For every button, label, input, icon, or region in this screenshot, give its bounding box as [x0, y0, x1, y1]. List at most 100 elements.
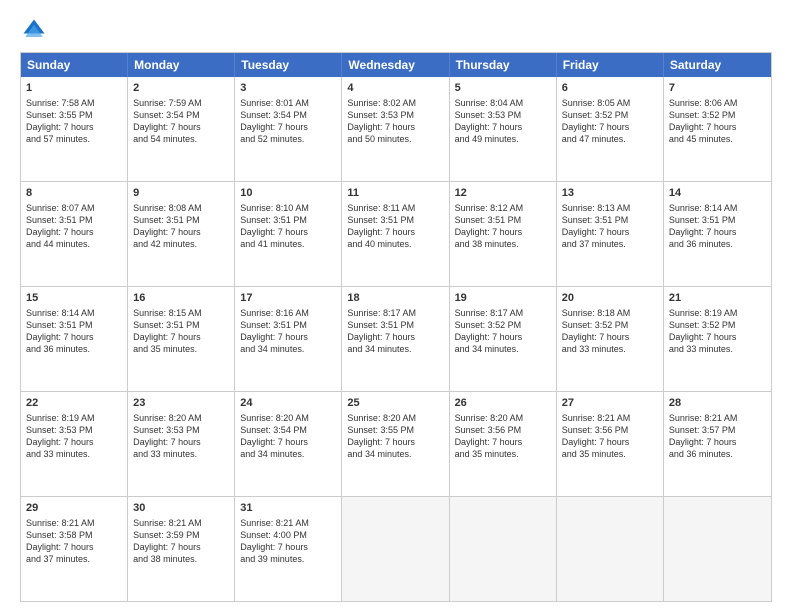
cell-line: Sunset: 3:54 PM	[240, 109, 336, 121]
calendar-cell: 12Sunrise: 8:12 AMSunset: 3:51 PMDayligh…	[450, 182, 557, 286]
cell-line: Daylight: 7 hours	[455, 226, 551, 238]
cell-line: Sunset: 3:59 PM	[133, 529, 229, 541]
calendar-cell: 31Sunrise: 8:21 AMSunset: 4:00 PMDayligh…	[235, 497, 342, 601]
cell-line: Sunset: 3:53 PM	[455, 109, 551, 121]
cell-line: Sunrise: 8:05 AM	[562, 97, 658, 109]
calendar-cell: 7Sunrise: 8:06 AMSunset: 3:52 PMDaylight…	[664, 77, 771, 181]
cell-line: Sunset: 3:52 PM	[669, 319, 766, 331]
cell-line: and 37 minutes.	[562, 238, 658, 250]
cell-line: Sunset: 3:52 PM	[455, 319, 551, 331]
cell-line: Daylight: 7 hours	[347, 331, 443, 343]
cell-line: Sunset: 3:51 PM	[26, 214, 122, 226]
calendar: SundayMondayTuesdayWednesdayThursdayFrid…	[20, 52, 772, 602]
day-number: 5	[455, 81, 551, 96]
day-number: 26	[455, 396, 551, 411]
cell-line: and 35 minutes.	[455, 448, 551, 460]
cell-line: Daylight: 7 hours	[669, 436, 766, 448]
calendar-cell: 19Sunrise: 8:17 AMSunset: 3:52 PMDayligh…	[450, 287, 557, 391]
cell-line: Daylight: 7 hours	[347, 436, 443, 448]
cell-line: Sunrise: 7:58 AM	[26, 97, 122, 109]
logo	[20, 16, 52, 44]
cell-line: Sunset: 3:51 PM	[240, 214, 336, 226]
cell-line: Sunrise: 8:16 AM	[240, 307, 336, 319]
cell-line: and 47 minutes.	[562, 133, 658, 145]
cell-line: Daylight: 7 hours	[26, 121, 122, 133]
cell-line: and 33 minutes.	[669, 343, 766, 355]
cell-line: Sunrise: 8:10 AM	[240, 202, 336, 214]
calendar-cell	[342, 497, 449, 601]
day-number: 25	[347, 396, 443, 411]
cell-line: and 45 minutes.	[669, 133, 766, 145]
cell-line: Sunset: 3:52 PM	[669, 109, 766, 121]
calendar-body: 1Sunrise: 7:58 AMSunset: 3:55 PMDaylight…	[21, 77, 771, 601]
cell-line: and 37 minutes.	[26, 553, 122, 565]
day-number: 22	[26, 396, 122, 411]
calendar-header-cell: Wednesday	[342, 53, 449, 77]
calendar-cell: 18Sunrise: 8:17 AMSunset: 3:51 PMDayligh…	[342, 287, 449, 391]
cell-line: Sunset: 3:52 PM	[562, 319, 658, 331]
cell-line: Sunrise: 8:20 AM	[347, 412, 443, 424]
cell-line: Sunrise: 8:21 AM	[133, 517, 229, 529]
cell-line: Daylight: 7 hours	[562, 331, 658, 343]
calendar-cell: 1Sunrise: 7:58 AMSunset: 3:55 PMDaylight…	[21, 77, 128, 181]
calendar-header-cell: Friday	[557, 53, 664, 77]
cell-line: Sunrise: 8:07 AM	[26, 202, 122, 214]
day-number: 2	[133, 81, 229, 96]
cell-line: Daylight: 7 hours	[26, 541, 122, 553]
calendar-row: 15Sunrise: 8:14 AMSunset: 3:51 PMDayligh…	[21, 286, 771, 391]
cell-line: Sunset: 3:53 PM	[347, 109, 443, 121]
day-number: 14	[669, 186, 766, 201]
cell-line: Sunset: 3:55 PM	[347, 424, 443, 436]
logo-icon	[20, 16, 48, 44]
cell-line: Sunset: 3:58 PM	[26, 529, 122, 541]
calendar-cell	[557, 497, 664, 601]
cell-line: Daylight: 7 hours	[26, 226, 122, 238]
cell-line: Sunrise: 8:08 AM	[133, 202, 229, 214]
calendar-row: 29Sunrise: 8:21 AMSunset: 3:58 PMDayligh…	[21, 496, 771, 601]
cell-line: Sunset: 3:53 PM	[26, 424, 122, 436]
cell-line: and 44 minutes.	[26, 238, 122, 250]
cell-line: and 34 minutes.	[240, 448, 336, 460]
calendar-header-cell: Thursday	[450, 53, 557, 77]
cell-line: Sunrise: 8:17 AM	[347, 307, 443, 319]
calendar-cell: 27Sunrise: 8:21 AMSunset: 3:56 PMDayligh…	[557, 392, 664, 496]
calendar-cell: 10Sunrise: 8:10 AMSunset: 3:51 PMDayligh…	[235, 182, 342, 286]
cell-line: and 33 minutes.	[26, 448, 122, 460]
cell-line: Daylight: 7 hours	[133, 226, 229, 238]
cell-line: Daylight: 7 hours	[669, 121, 766, 133]
calendar-header-cell: Tuesday	[235, 53, 342, 77]
cell-line: Sunset: 3:56 PM	[562, 424, 658, 436]
cell-line: Sunrise: 8:01 AM	[240, 97, 336, 109]
cell-line: Sunset: 3:51 PM	[26, 319, 122, 331]
cell-line: Sunset: 4:00 PM	[240, 529, 336, 541]
cell-line: Daylight: 7 hours	[669, 331, 766, 343]
cell-line: Sunset: 3:55 PM	[26, 109, 122, 121]
cell-line: Sunrise: 8:11 AM	[347, 202, 443, 214]
cell-line: Sunset: 3:51 PM	[133, 319, 229, 331]
day-number: 30	[133, 501, 229, 516]
calendar-cell: 8Sunrise: 8:07 AMSunset: 3:51 PMDaylight…	[21, 182, 128, 286]
cell-line: Daylight: 7 hours	[240, 226, 336, 238]
calendar-cell: 28Sunrise: 8:21 AMSunset: 3:57 PMDayligh…	[664, 392, 771, 496]
calendar-cell: 25Sunrise: 8:20 AMSunset: 3:55 PMDayligh…	[342, 392, 449, 496]
cell-line: Sunrise: 8:12 AM	[455, 202, 551, 214]
cell-line: Sunrise: 7:59 AM	[133, 97, 229, 109]
cell-line: and 50 minutes.	[347, 133, 443, 145]
header	[20, 16, 772, 44]
page: SundayMondayTuesdayWednesdayThursdayFrid…	[0, 0, 792, 612]
day-number: 15	[26, 291, 122, 306]
cell-line: Daylight: 7 hours	[133, 436, 229, 448]
cell-line: Daylight: 7 hours	[133, 541, 229, 553]
day-number: 8	[26, 186, 122, 201]
cell-line: Sunset: 3:57 PM	[669, 424, 766, 436]
day-number: 1	[26, 81, 122, 96]
cell-line: Daylight: 7 hours	[240, 331, 336, 343]
calendar-cell: 2Sunrise: 7:59 AMSunset: 3:54 PMDaylight…	[128, 77, 235, 181]
cell-line: Sunset: 3:51 PM	[455, 214, 551, 226]
cell-line: Sunset: 3:51 PM	[347, 319, 443, 331]
cell-line: Daylight: 7 hours	[240, 436, 336, 448]
cell-line: Sunrise: 8:21 AM	[669, 412, 766, 424]
day-number: 23	[133, 396, 229, 411]
calendar-cell: 11Sunrise: 8:11 AMSunset: 3:51 PMDayligh…	[342, 182, 449, 286]
cell-line: Sunset: 3:56 PM	[455, 424, 551, 436]
